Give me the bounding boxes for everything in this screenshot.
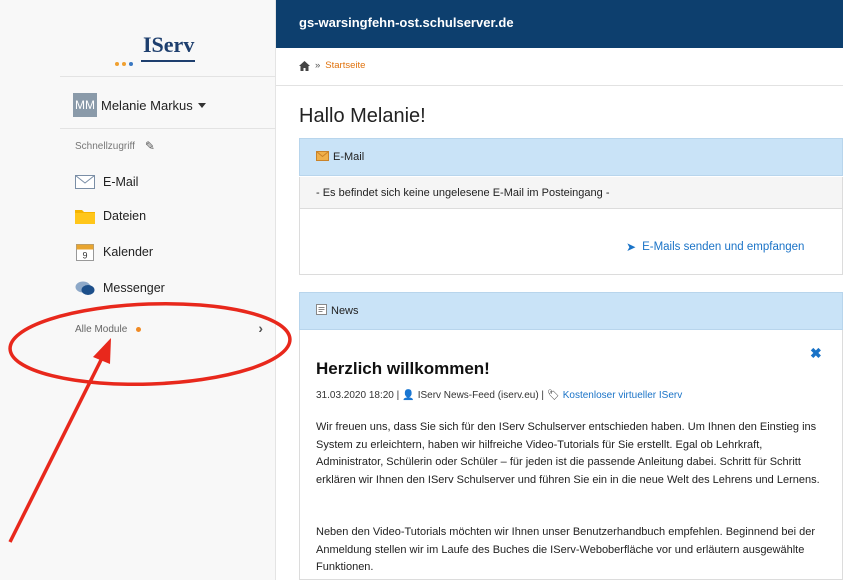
chevron-right-icon: › [258,320,263,336]
avatar: MM [73,93,97,117]
user-icon: 👤 [402,390,415,401]
sidebar-item-files[interactable]: Dateien [75,204,146,228]
tag-icon: 🏷 [547,390,560,401]
news-paragraph: Wir freuen uns, dass Sie sich für den IS… [316,421,820,486]
user-name: Melanie Markus [101,97,193,113]
mail-icon [75,173,95,191]
divider [276,85,843,86]
close-icon[interactable]: ✖ [810,345,822,362]
email-link-label: E-Mails senden und empfangen [642,241,805,253]
news-panel-header: News [299,292,843,330]
logo-dots [115,53,136,69]
envelope-icon [316,150,329,164]
sidebar-item-email[interactable]: E-Mail [75,170,138,194]
quick-access-header: Schnellzugriff ✎ [75,139,155,153]
breadcrumb-separator: » [315,60,321,71]
divider [60,128,276,129]
sidebar-item-label: Messenger [103,281,165,295]
email-status-text: - Es befindet sich keine ungelesene E-Ma… [316,187,610,199]
sidebar-item-messenger[interactable]: Messenger [75,276,165,300]
email-status-row: - Es befindet sich keine ungelesene E-Ma… [299,177,843,209]
news-panel-title: News [331,305,359,317]
breadcrumb: » Startseite [299,60,365,71]
svg-text:9: 9 [82,251,87,261]
home-icon[interactable] [299,60,310,71]
news-article-title: Herzlich willkommen! [316,359,490,378]
breadcrumb-current[interactable]: Startseite [325,60,365,71]
news-meta: 31.03.2020 18:20 | 👤 IServ News-Feed (is… [316,390,682,401]
sidebar-item-calendar[interactable]: 9 Kalender [75,240,153,264]
pencil-icon[interactable]: ✎ [145,139,155,153]
email-send-receive-link[interactable]: ➤ E-Mails senden und empfangen [626,240,804,254]
page-title: Hallo Melanie! [299,105,426,127]
server-name[interactable]: gs-warsingfehn-ost.schulserver.de [299,15,514,30]
email-panel-title: E-Mail [333,151,365,163]
logo-text: IServ [143,32,195,57]
news-tag-link[interactable]: Kostenloser virtueller IServ [563,390,683,401]
user-menu[interactable]: MM Melanie Markus [73,92,206,118]
sidebar: IServ MM Melanie Markus Schnellzugriff ✎… [0,0,276,580]
news-author: IServ News-Feed (iserv.eu) | [417,390,545,401]
calendar-icon: 9 [75,243,95,261]
email-panel-header: E-Mail [299,138,843,176]
sidebar-item-label: E-Mail [103,175,139,189]
notification-dot [136,326,142,332]
sidebar-item-label: Dateien [103,209,147,223]
sidebar-item-label: Kalender [103,245,154,259]
iserv-logo[interactable]: IServ [115,30,205,66]
top-bar: gs-warsingfehn-ost.schulserver.de [276,0,843,48]
all-modules-label: Alle Module [75,323,128,335]
all-modules-link[interactable]: Alle Module › [75,320,265,338]
quick-access-label: Schnellzugriff [75,140,135,152]
folder-icon [75,207,95,225]
caret-down-icon [197,102,206,108]
news-icon [316,304,327,318]
paper-plane-icon: ➤ [626,240,637,254]
news-paragraph: Neben den Video-Tutorials möchten wir Ih… [316,526,815,573]
divider [60,76,276,77]
news-date: 31.03.2020 18:20 | [316,390,400,401]
logo-underline [141,60,195,62]
chat-bubbles-icon [75,279,95,297]
